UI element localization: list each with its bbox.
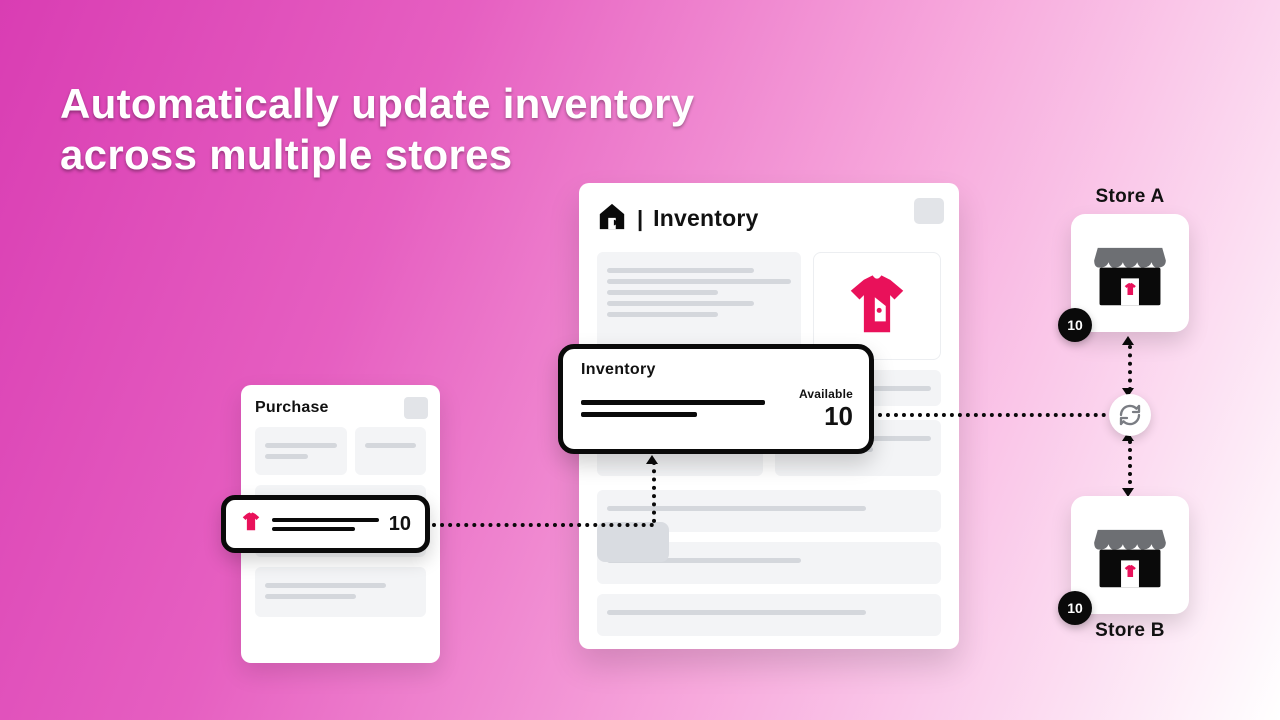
store-b-label: Store B — [1071, 620, 1189, 642]
window-control-icon — [914, 198, 944, 224]
inventory-title: Inventory — [653, 205, 758, 232]
placeholder-lines — [272, 513, 379, 536]
store-a-label: Store A — [1071, 186, 1189, 208]
available-value: 10 — [799, 403, 853, 429]
tshirt-icon — [240, 511, 262, 538]
window-control-icon — [404, 397, 428, 419]
placeholder-block — [597, 594, 941, 636]
connector-dots — [1128, 440, 1132, 492]
app-logo-icon — [597, 201, 627, 236]
diagram-canvas: Automatically update inventory across mu… — [0, 0, 1280, 720]
placeholder-block — [355, 427, 426, 475]
placeholder-lines — [581, 393, 781, 424]
connector-dots — [1128, 345, 1132, 391]
separator: | — [637, 206, 643, 232]
connector-dots — [652, 461, 656, 523]
available-caption: Available — [799, 387, 853, 401]
connector-dots — [878, 413, 1106, 417]
store-b-card — [1071, 496, 1189, 614]
connector-dots — [432, 523, 654, 527]
purchase-title: Purchase — [255, 399, 426, 417]
arrowhead-icon — [646, 455, 658, 464]
placeholder-chip — [597, 522, 669, 562]
inventory-callout-label: Inventory — [581, 361, 853, 379]
inventory-header: | Inventory — [597, 201, 941, 236]
store-a-quantity-badge: 10 — [1058, 308, 1092, 342]
arrowhead-icon — [1122, 336, 1134, 345]
placeholder-block — [255, 567, 426, 617]
sync-icon — [1109, 394, 1151, 436]
inventory-callout: Inventory Available 10 — [558, 344, 874, 454]
purchase-line-callout: 10 — [221, 495, 430, 553]
purchase-quantity: 10 — [389, 513, 411, 536]
headline: Automatically update inventory across mu… — [60, 78, 840, 180]
available-block: Available 10 — [799, 387, 853, 429]
placeholder-block — [255, 427, 347, 475]
